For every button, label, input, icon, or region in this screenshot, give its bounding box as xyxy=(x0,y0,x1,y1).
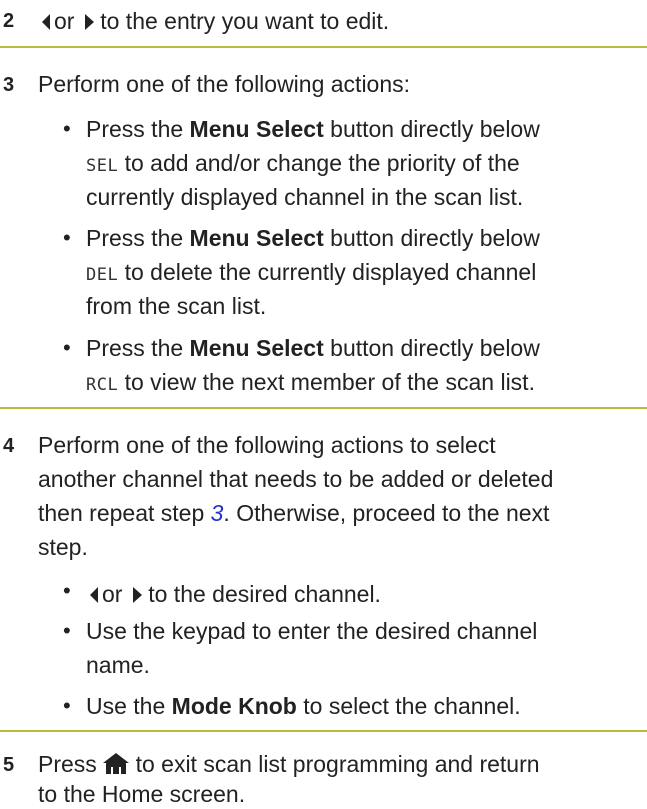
step-5-line: to the Home screen. xyxy=(38,781,246,807)
list-item: Use the keypad to enter the desired chan… xyxy=(86,618,538,644)
bullet: • xyxy=(63,335,71,360)
step-number: 4 xyxy=(3,435,15,457)
mode-knob-label: Mode Knob xyxy=(171,693,297,719)
bullet: • xyxy=(63,618,71,643)
divider xyxy=(0,407,647,409)
left-arrow-icon xyxy=(42,14,50,30)
bullet: • xyxy=(63,225,71,250)
list-item: Press the Menu Select button directly be… xyxy=(86,335,540,361)
step-2-body: to the entry you want to edit. xyxy=(100,8,390,34)
list-item-line: SEL to add and/or change the priority of… xyxy=(86,150,520,176)
divider xyxy=(0,730,647,732)
bullet: • xyxy=(63,578,71,603)
step-5-line: Press to exit scan list programming and … xyxy=(38,751,540,777)
step-intro: Perform one of the following actions: xyxy=(38,71,411,97)
step-intro-line: another channel that needs to be added o… xyxy=(38,466,554,492)
list-item-line: DEL to delete the currently displayed ch… xyxy=(86,259,537,285)
list-item: Use the Mode Knob to select the channel. xyxy=(86,693,521,719)
step-number: 2 xyxy=(3,10,15,32)
lcd-softkey-rcl: RCL xyxy=(86,375,119,395)
step-number: 3 xyxy=(3,74,15,96)
lcd-softkey-sel: SEL xyxy=(86,156,119,176)
list-item-line: currently displayed channel in the scan … xyxy=(86,184,524,210)
divider xyxy=(0,46,647,48)
menu-select-label: Menu Select xyxy=(189,225,324,251)
step-intro-line: Perform one of the following actions to … xyxy=(38,432,496,458)
home-icon xyxy=(103,753,130,774)
step-intro-line: step. xyxy=(38,534,88,560)
list-item-line: name. xyxy=(86,652,150,678)
left-arrow-icon xyxy=(90,587,98,603)
step-intro-line: then repeat step 3. Otherwise, proceed t… xyxy=(38,500,550,526)
bullet: • xyxy=(63,693,71,718)
step-2-text: or to the entry you want to edit. xyxy=(42,6,389,36)
list-item: Press the Menu Select button directly be… xyxy=(86,116,540,142)
menu-select-label: Menu Select xyxy=(189,116,324,142)
step-3-link[interactable]: 3 xyxy=(211,500,224,526)
list-item-line: from the scan list. xyxy=(86,293,267,319)
step-number: 5 xyxy=(3,754,15,776)
list-item: Press the Menu Select button directly be… xyxy=(86,225,540,251)
right-arrow-icon xyxy=(84,14,94,30)
list-item-line: RCL to view the next member of the scan … xyxy=(86,369,535,395)
or-word: or xyxy=(54,8,75,34)
bullet: • xyxy=(63,116,71,141)
menu-select-label: Menu Select xyxy=(189,335,324,361)
list-item: or to the desired channel. xyxy=(90,579,381,609)
lcd-softkey-del: DEL xyxy=(86,265,119,285)
right-arrow-icon xyxy=(132,587,142,603)
